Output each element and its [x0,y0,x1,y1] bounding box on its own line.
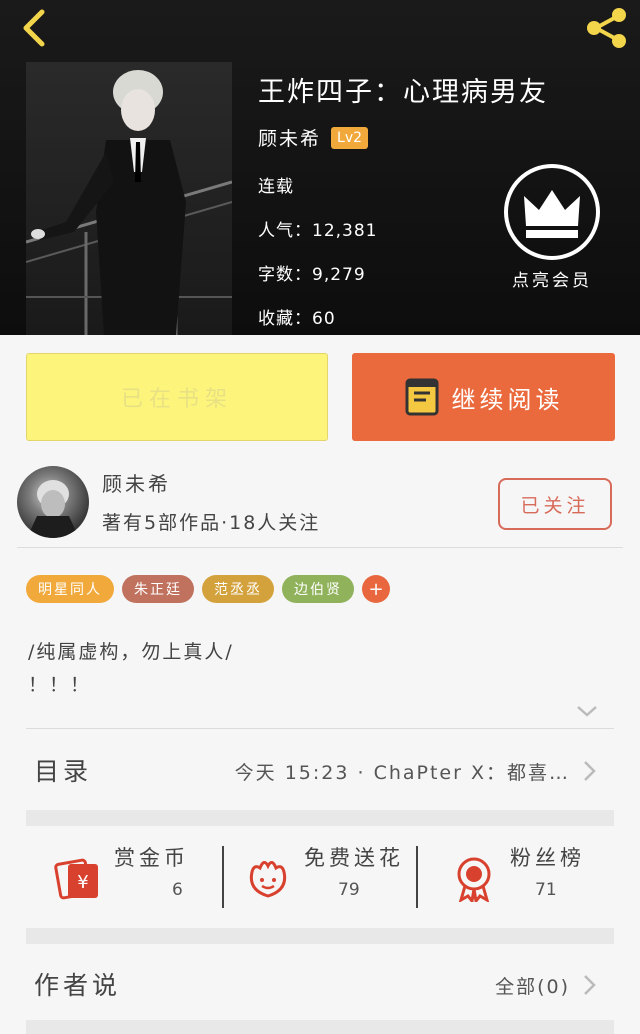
reward-coins-value: 6 [172,880,183,900]
author-says-label: 作者说 [34,971,122,1000]
author-says-all[interactable]: 全部(0) [495,972,570,999]
free-flowers-item[interactable]: 免费送花 79 [244,842,424,914]
free-flowers-value: 79 [338,880,360,900]
header-author-name[interactable]: 顾未希 [258,124,321,151]
divider [26,728,614,729]
author-card[interactable]: 顾未希 著有5部作品·18人关注 已关注 [0,458,640,550]
header-author-row[interactable]: 顾未希 Lv2 [258,124,369,151]
vip-button[interactable]: 点亮会员 [500,162,604,292]
book-popularity: 人气：12,381 [258,221,378,241]
description-line: ！！！ [28,674,92,696]
book-header: 王炸四子：心理病男友 顾未希 Lv2 连载 人气：12,381 字数：9,279… [0,0,640,335]
free-flowers-label: 免费送花 [304,846,404,870]
description-line: /纯属虚构，勿上真人/ [28,641,234,663]
author-name[interactable]: 顾未希 [102,468,171,497]
stats-row: ¥ 赏金币 6 免费送花 79 粉丝榜 71 [26,826,614,928]
crown-icon [504,164,600,260]
medal-icon [457,857,491,902]
chevron-down-icon [577,706,597,717]
stat-separator [222,846,224,908]
tag-list: 明星同人 朱正廷 范丞丞 边伯贤 + [26,575,390,603]
fans-ranking-item[interactable]: 粉丝榜 71 [450,842,610,914]
fans-ranking-label: 粉丝榜 [510,846,585,870]
share-icon [587,8,626,48]
red-envelope-icon: ¥ [54,858,98,900]
reward-coins-label: 赏金币 [114,846,189,870]
tag-item[interactable]: 明星同人 [26,575,114,603]
add-tag-button[interactable]: + [362,575,390,603]
fans-ranking-value: 71 [535,880,557,900]
book-status: 连载 [258,177,294,197]
catalog-row[interactable]: 目录 今天 15:23 · ChaPter X：都喜… [26,730,614,810]
catalog-label: 目录 [34,757,93,786]
chevron-right-icon [584,975,596,995]
book-word-count: 字数：9,279 [258,265,366,285]
book-description: /纯属虚构，勿上真人/ ！！！ [28,636,234,702]
chevron-left-icon [23,9,45,47]
reward-coins-item[interactable]: ¥ 赏金币 6 [54,842,224,914]
followed-button[interactable]: 已关注 [498,478,612,530]
tag-item[interactable]: 边伯贤 [282,575,354,603]
book-cover-image [26,62,232,335]
tag-item[interactable]: 朱正廷 [122,575,194,603]
share-button[interactable] [582,6,632,50]
section-gap [26,1020,614,1034]
divider [17,547,623,548]
vip-label: 点亮会员 [512,271,592,291]
book-icon [405,378,438,416]
svg-text:¥: ¥ [77,872,88,893]
latest-chapter[interactable]: 今天 15:23 · ChaPter X：都喜… [235,758,570,785]
book-title: 王炸四子：心理病男友 [258,77,548,108]
chevron-right-icon [584,761,596,781]
back-button[interactable] [14,6,58,50]
tag-item[interactable]: 范丞丞 [202,575,274,603]
on-shelf-button[interactable]: 已在书架 [26,353,328,441]
continue-reading-label: 继续阅读 [451,385,564,414]
author-stats: 著有5部作品·18人关注 [102,512,321,534]
author-says-row[interactable]: 作者说 全部(0) [26,944,614,1020]
flower-icon [249,861,287,898]
book-favorites: 收藏：60 [258,309,336,329]
section-gap [26,810,614,826]
stat-separator [416,846,418,908]
level-badge: Lv2 [331,126,369,149]
expand-description-button[interactable] [576,703,598,717]
avatar[interactable] [17,466,89,538]
section-gap [26,928,614,944]
continue-reading-button[interactable]: 继续阅读 [352,353,615,441]
